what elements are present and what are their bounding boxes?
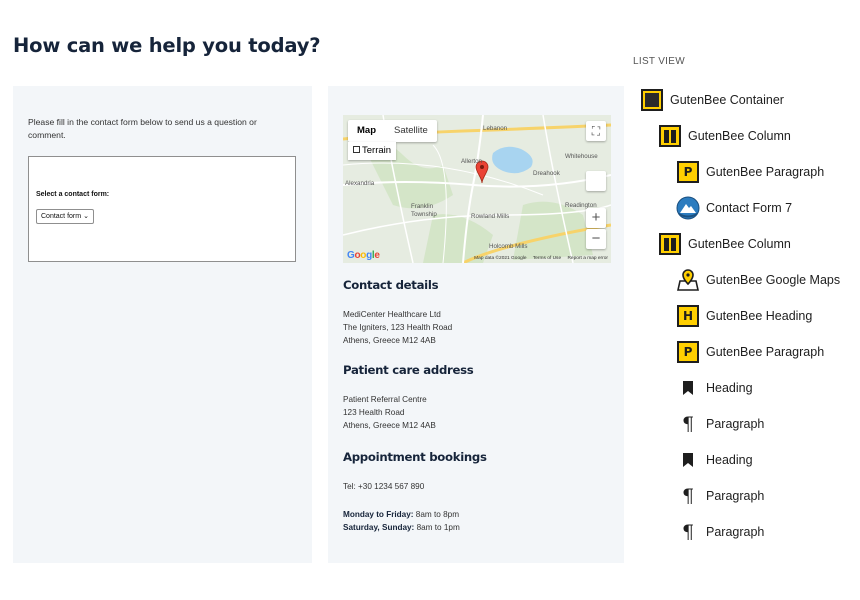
contact-intro: Please fill in the contact form below to… xyxy=(28,117,257,140)
terrain-checkbox[interactable]: Terrain xyxy=(348,142,397,160)
list-view-item-paragraph[interactable]: ¶ Paragraph xyxy=(676,411,764,437)
column-icon xyxy=(658,124,682,148)
terrain-label: Terrain xyxy=(362,145,392,156)
gutenbee-paragraph-icon: P xyxy=(676,340,700,364)
zoom-in-button[interactable]: + xyxy=(586,208,606,228)
checkbox-icon xyxy=(353,146,360,153)
list-view-item-label: GutenBee Heading xyxy=(706,309,813,323)
list-view-item-label: GutenBee Paragraph xyxy=(706,165,825,179)
list-view-item-gutenbee-heading[interactable]: H GutenBee Heading xyxy=(676,303,812,329)
fullscreen-button[interactable]: ⛶ xyxy=(586,121,606,141)
appointment-bookings-heading: Appointment bookings xyxy=(343,450,487,464)
list-view-item-label: GutenBee Container xyxy=(670,93,784,107)
map-place-label: Dreahook xyxy=(533,170,560,177)
contact-form-select-value: Contact form xyxy=(41,213,82,220)
weekday-hours-value: 8am to 8pm xyxy=(415,510,460,519)
map-data-text: Map data ©2021 Google xyxy=(474,256,527,261)
map-pin-icon xyxy=(676,268,700,292)
page-title: How can we help you today? xyxy=(13,34,321,57)
list-view-item-heading[interactable]: Heading xyxy=(676,447,753,473)
patient-care-line: 123 Health Road xyxy=(343,408,405,417)
list-view-item-gutenbee-paragraph[interactable]: P GutenBee Paragraph xyxy=(676,339,824,365)
list-view-item-gutenbee-google-maps[interactable]: GutenBee Google Maps xyxy=(676,267,840,293)
list-view-title: LIST VIEW xyxy=(633,56,685,67)
list-view-item-label: Contact Form 7 xyxy=(706,201,793,215)
contact-details-line: The Igniters, 123 Health Road xyxy=(343,323,453,332)
gutenbee-heading-icon: H xyxy=(676,304,700,328)
weekend-hours-value: 8am to 1pm xyxy=(416,523,460,532)
list-view-item-contact-form-7[interactable]: Contact Form 7 xyxy=(676,195,792,221)
list-view-item-gutenbee-paragraph[interactable]: P GutenBee Paragraph xyxy=(676,159,824,185)
minus-icon: − xyxy=(591,230,601,247)
patient-care-line: Patient Referral Centre xyxy=(343,395,427,404)
map-place-label: Whitehouse xyxy=(565,153,598,160)
column-icon xyxy=(658,232,682,256)
list-view-item-label: GutenBee Paragraph xyxy=(706,345,825,359)
map-place-label: Holcomb Mills xyxy=(489,243,528,250)
list-view-item-label: GutenBee Column xyxy=(688,237,791,251)
map-type-satellite-button[interactable]: Satellite xyxy=(385,120,437,142)
weekend-label: Saturday, Sunday: xyxy=(343,523,415,532)
google-map[interactable]: Lebanon Whitehouse Allerton Dreahook Ale… xyxy=(343,115,611,263)
map-attribution: Map data ©2021 Google Terms of Use Repor… xyxy=(469,256,608,261)
plus-icon: + xyxy=(591,209,601,226)
map-place-label: Franklin Township xyxy=(411,203,437,218)
contact-form-7-icon xyxy=(676,196,700,220)
google-logo: Google xyxy=(347,250,380,261)
map-place-label: Alexandria xyxy=(345,180,375,187)
weekday-hours: Monday to Friday: 8am to 8pm xyxy=(343,508,459,521)
list-view-item-label: Heading xyxy=(706,453,753,467)
pilcrow-icon: ¶ xyxy=(681,521,695,543)
weekday-label: Monday to Friday: xyxy=(343,510,414,519)
bookmark-icon xyxy=(676,448,700,472)
list-view-item-heading[interactable]: Heading xyxy=(676,375,753,401)
contact-column[interactable]: Please fill in the contact form below to… xyxy=(13,86,312,563)
pilcrow-icon: ¶ xyxy=(681,413,695,435)
list-view-item-gutenbee-column[interactable]: GutenBee Column xyxy=(658,231,791,257)
list-view-item-label: GutenBee Column xyxy=(688,129,791,143)
list-view-item-label: Paragraph xyxy=(706,417,765,431)
contact-details-line: Athens, Greece M12 4AB xyxy=(343,336,436,345)
street-view-button[interactable] xyxy=(586,171,606,191)
report-map-error-link[interactable]: Report a map error xyxy=(567,256,608,261)
fullscreen-icon: ⛶ xyxy=(591,124,601,138)
contact-details-line: MediCenter Healthcare Ltd xyxy=(343,310,441,319)
list-view-item-paragraph[interactable]: ¶ Paragraph xyxy=(676,483,764,509)
map-type-control[interactable]: Map Satellite xyxy=(348,120,437,142)
terms-of-use-link[interactable]: Terms of Use xyxy=(533,256,561,261)
list-view-item-label: Heading xyxy=(706,381,753,395)
map-place-label: Lebanon xyxy=(483,125,508,132)
pilcrow-icon: ¶ xyxy=(681,485,695,507)
contact-form-7-block[interactable]: Select a contact form: Contact form ⌄ xyxy=(28,156,296,262)
patient-care-line: Athens, Greece M12 4AB xyxy=(343,421,436,430)
list-view-item-gutenbee-column[interactable]: GutenBee Column xyxy=(658,123,791,149)
map-place-label: Allerton xyxy=(461,158,482,165)
details-column[interactable]: Lebanon Whitehouse Allerton Dreahook Ale… xyxy=(328,86,624,563)
list-view-item-gutenbee-container[interactable]: GutenBee Container xyxy=(640,87,784,113)
chevron-down-icon: ⌄ xyxy=(83,213,89,220)
list-view-item-label: GutenBee Google Maps xyxy=(706,273,841,287)
bookmark-icon xyxy=(676,376,700,400)
map-place-label: Rowland Mills xyxy=(471,213,510,220)
list-view-item-label: Paragraph xyxy=(706,489,765,503)
list-view-item-paragraph[interactable]: ¶ Paragraph xyxy=(676,519,764,545)
contact-form-select[interactable]: Contact form ⌄ xyxy=(36,209,94,224)
contact-details-heading: Contact details xyxy=(343,278,439,292)
container-icon xyxy=(640,88,664,112)
zoom-out-button[interactable]: − xyxy=(586,229,606,249)
contact-form-label: Select a contact form: xyxy=(36,191,110,198)
list-view-item-label: Paragraph xyxy=(706,525,765,539)
gutenbee-paragraph-icon: P xyxy=(676,160,700,184)
patient-care-heading: Patient care address xyxy=(343,363,474,377)
weekend-hours: Saturday, Sunday: 8am to 1pm xyxy=(343,521,460,534)
map-type-map-button[interactable]: Map xyxy=(348,120,385,142)
telephone-text: Tel: +30 1234 567 890 xyxy=(343,482,425,491)
